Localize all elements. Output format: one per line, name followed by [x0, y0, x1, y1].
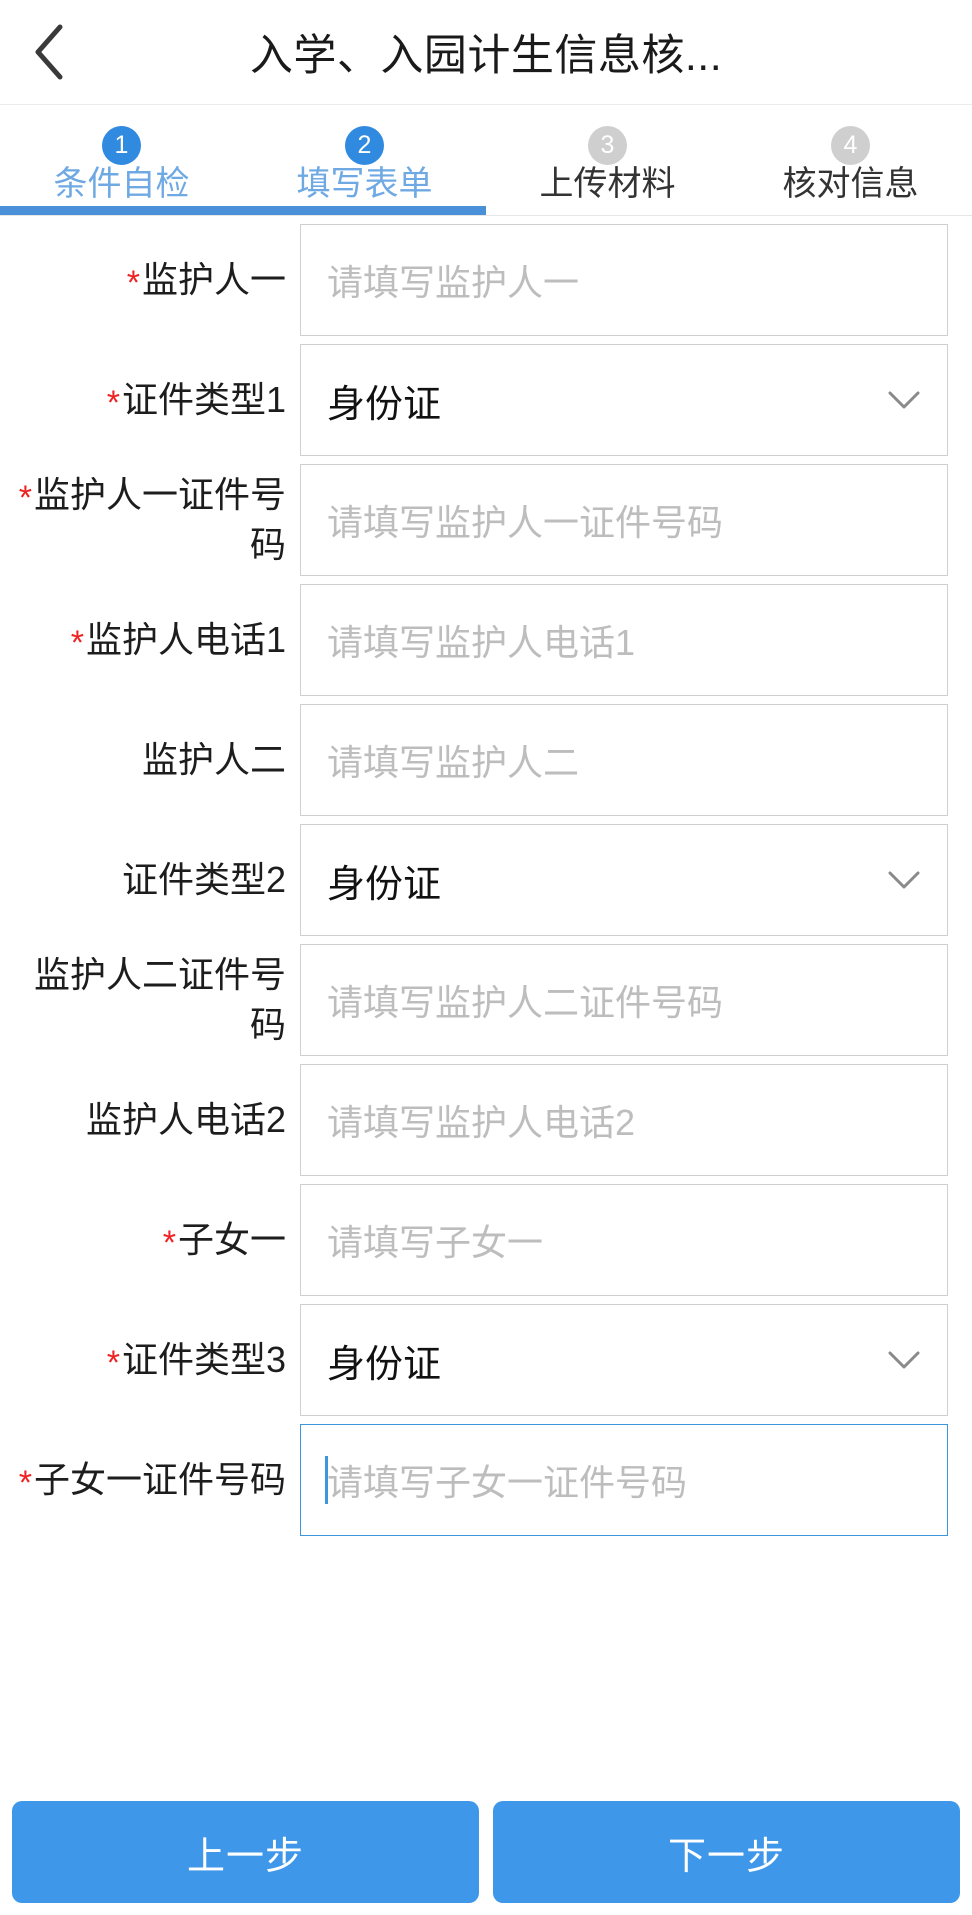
field-label-text: 子女一证件号码 — [33, 1459, 286, 1500]
step-tab-4[interactable]: 4 核对信息 — [729, 105, 972, 215]
field-label-text: 子女一 — [177, 1219, 286, 1260]
field-label: *证件类型3 — [0, 1335, 300, 1385]
required-asterisk-icon: * — [18, 479, 32, 517]
footer-actions: 上一步 下一步 — [0, 1795, 972, 1915]
step-label-2: 填写表单 — [296, 165, 433, 203]
field-text-input[interactable]: 请填写子女一证件号码 — [300, 1424, 948, 1536]
field-value: 身份证 — [327, 863, 442, 906]
step-underline-4 — [729, 206, 972, 215]
form-field-row: 监护人二 请填写监护人二 — [0, 704, 972, 816]
field-select[interactable]: 身份证 — [300, 344, 948, 456]
field-text-input[interactable]: 请填写监护人一证件号码 — [300, 464, 948, 576]
field-placeholder: 请填写监护人一证件号码 — [327, 502, 724, 543]
step-label-4: 核对信息 — [782, 165, 919, 203]
field-label: 监护人二证件号码 — [0, 950, 300, 1050]
chevron-left-icon — [29, 21, 69, 83]
chevron-down-icon — [887, 1343, 921, 1377]
step-underline-3 — [486, 206, 729, 215]
field-value: 身份证 — [327, 1343, 442, 1386]
required-asterisk-icon: * — [18, 1464, 32, 1502]
field-label: 监护人电话2 — [0, 1095, 300, 1145]
form-field-row: 监护人电话2 请填写监护人电话2 — [0, 1064, 972, 1176]
step-badge-3: 3 — [588, 126, 627, 165]
back-button[interactable] — [18, 21, 80, 83]
required-asterisk-icon: * — [106, 384, 120, 422]
field-label: *监护人电话1 — [0, 615, 300, 665]
field-label-text: 证件类型1 — [121, 379, 286, 420]
form-field-row: *子女一 请填写子女一 — [0, 1184, 972, 1296]
field-label-text: 监护人电话2 — [85, 1099, 286, 1140]
field-label-text: 监护人二 — [141, 739, 286, 780]
form-field-row: *监护人一 请填写监护人一 — [0, 224, 972, 336]
field-select[interactable]: 身份证 — [300, 824, 948, 936]
form-field-row: 监护人二证件号码 请填写监护人二证件号码 — [0, 944, 972, 1056]
required-asterisk-icon: * — [106, 1344, 120, 1382]
field-placeholder: 请填写监护人一 — [327, 262, 580, 303]
field-label: *子女一 — [0, 1215, 300, 1265]
form-field-row: *证件类型1 身份证 — [0, 344, 972, 456]
required-asterisk-icon: * — [126, 264, 140, 302]
field-label: *监护人一证件号码 — [0, 470, 300, 570]
field-label: 证件类型2 — [0, 855, 300, 905]
field-placeholder: 请填写子女一 — [327, 1222, 544, 1263]
app-screen: 入学、入园计生信息核... 1 条件自检 2 填写表单 3 上传材料 4 核对信… — [0, 0, 972, 1915]
step-tab-1[interactable]: 1 条件自检 — [0, 105, 243, 215]
step-badge-4: 4 — [831, 126, 870, 165]
field-select[interactable]: 身份证 — [300, 1304, 948, 1416]
field-label: *监护人一 — [0, 255, 300, 305]
field-placeholder: 请填写监护人电话1 — [327, 622, 636, 663]
required-asterisk-icon: * — [70, 624, 84, 662]
field-text-input[interactable]: 请填写监护人电话1 — [300, 584, 948, 696]
form-field-row: *监护人电话1 请填写监护人电话1 — [0, 584, 972, 696]
field-text-input[interactable]: 请填写监护人二 — [300, 704, 948, 816]
chevron-down-icon — [887, 383, 921, 417]
form-field-row: 证件类型2 身份证 — [0, 824, 972, 936]
form-field-row: *子女一证件号码 请填写子女一证件号码 — [0, 1424, 972, 1536]
next-step-button[interactable]: 下一步 — [493, 1801, 960, 1903]
form-container[interactable]: *监护人一 请填写监护人一 *证件类型1 身份证 *监护人一证件号码 请填写监护人一证件号… — [0, 216, 972, 1915]
field-label-text: 监护人二证件号码 — [33, 954, 286, 1045]
step-label-3: 上传材料 — [539, 165, 676, 203]
field-label-text: 监护人一 — [141, 259, 286, 300]
field-label: *证件类型1 — [0, 375, 300, 425]
text-cursor — [325, 1456, 328, 1504]
field-label-text: 监护人一证件号码 — [33, 474, 286, 565]
step-badge-2: 2 — [345, 126, 384, 165]
step-badge-1: 1 — [102, 126, 141, 165]
step-label-1: 条件自检 — [53, 165, 190, 203]
field-text-input[interactable]: 请填写监护人电话2 — [300, 1064, 948, 1176]
field-text-input[interactable]: 请填写监护人一 — [300, 224, 948, 336]
form-field-row: *证件类型3 身份证 — [0, 1304, 972, 1416]
step-tabs: 1 条件自检 2 填写表单 3 上传材料 4 核对信息 — [0, 105, 972, 215]
step-tab-3[interactable]: 3 上传材料 — [486, 105, 729, 215]
field-label-text: 证件类型3 — [121, 1339, 286, 1380]
previous-step-button[interactable]: 上一步 — [12, 1801, 479, 1903]
field-value: 身份证 — [327, 383, 442, 426]
step-underline-2 — [243, 206, 486, 215]
step-tab-2[interactable]: 2 填写表单 — [243, 105, 486, 215]
page-title: 入学、入园计生信息核... — [249, 32, 723, 80]
field-placeholder: 请填写监护人电话2 — [327, 1102, 636, 1143]
field-label-text: 监护人电话1 — [85, 619, 286, 660]
field-placeholder: 请填写监护人二 — [327, 742, 580, 783]
navigation-bar: 入学、入园计生信息核... — [0, 0, 972, 105]
field-text-input[interactable]: 请填写监护人二证件号码 — [300, 944, 948, 1056]
field-label: 监护人二 — [0, 735, 300, 785]
field-placeholder: 请填写监护人二证件号码 — [327, 982, 724, 1023]
chevron-down-icon — [887, 863, 921, 897]
field-label-text: 证件类型2 — [121, 859, 286, 900]
form-field-row: *监护人一证件号码 请填写监护人一证件号码 — [0, 464, 972, 576]
required-asterisk-icon: * — [162, 1224, 176, 1262]
field-placeholder: 请填写子女一证件号码 — [327, 1462, 688, 1503]
step-underline-1 — [0, 206, 243, 215]
field-label: *子女一证件号码 — [0, 1455, 300, 1505]
field-text-input[interactable]: 请填写子女一 — [300, 1184, 948, 1296]
